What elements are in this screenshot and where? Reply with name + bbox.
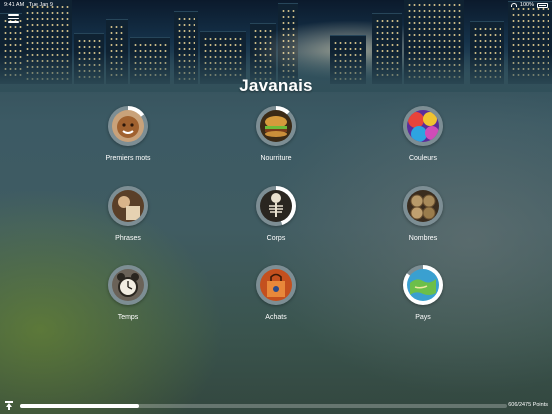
progress-ring [108, 186, 148, 226]
progress-ring [403, 265, 443, 305]
category-label: Couleurs [408, 155, 437, 162]
wifi-icon [510, 3, 517, 7]
status-time-text: 9:41 AM [4, 2, 25, 8]
globe-map-icon [407, 269, 439, 301]
status-time: 9:41 AM Tue Jan 9 [4, 2, 53, 8]
battery-icon [537, 2, 548, 8]
progress-ring [108, 265, 148, 305]
clock-icon [112, 269, 144, 301]
status-date-text: Tue Jan 9 [28, 2, 53, 8]
status-right: 100% [510, 2, 548, 8]
page-title: Javanais [239, 76, 313, 95]
category-pays[interactable]: Pays [373, 265, 473, 322]
conversation-icon [112, 190, 144, 222]
category-premiers-mots[interactable]: Premiers mots [78, 106, 178, 163]
coins-icon [407, 190, 439, 222]
progress-ring [256, 186, 296, 226]
category-couleurs[interactable]: Couleurs [373, 106, 473, 163]
progress-ring [256, 265, 296, 305]
category-label: Pays [415, 314, 431, 321]
color-paint-icon [407, 110, 439, 142]
category-achats[interactable]: Achats [226, 265, 326, 322]
shopping-icon [260, 269, 292, 301]
progress-footer: 606/2475 Points [0, 400, 552, 414]
category-temps[interactable]: Temps [78, 265, 178, 322]
progress-ring [403, 186, 443, 226]
burger-icon [260, 110, 292, 142]
category-label: Phrases [115, 235, 141, 242]
points-progress-bar [20, 404, 507, 408]
category-nourriture[interactable]: Nourriture [226, 106, 326, 163]
points-progress-fill [20, 404, 140, 408]
skeleton-icon [260, 190, 292, 222]
points-text: 606/2475 Points [508, 402, 548, 408]
category-phrases[interactable]: Phrases [78, 186, 178, 243]
upload-icon[interactable] [5, 401, 13, 411]
category-label: Nourriture [260, 155, 292, 162]
category-label: Nombres [408, 235, 438, 242]
baby-face-icon [112, 110, 144, 142]
category-label: Corps [266, 235, 286, 242]
category-label: Achats [265, 314, 287, 321]
category-label: Temps [117, 314, 139, 321]
hamburger-menu-icon[interactable] [8, 14, 19, 23]
progress-ring [403, 106, 443, 146]
battery-percent: 100% [519, 2, 534, 8]
status-bar: 9:41 AM Tue Jan 9 100% [0, 0, 552, 10]
category-label: Premiers mots [105, 155, 151, 162]
category-nombres[interactable]: Nombres [373, 186, 473, 243]
progress-ring [256, 106, 296, 146]
progress-ring [108, 106, 148, 146]
category-corps[interactable]: Corps [226, 186, 326, 243]
